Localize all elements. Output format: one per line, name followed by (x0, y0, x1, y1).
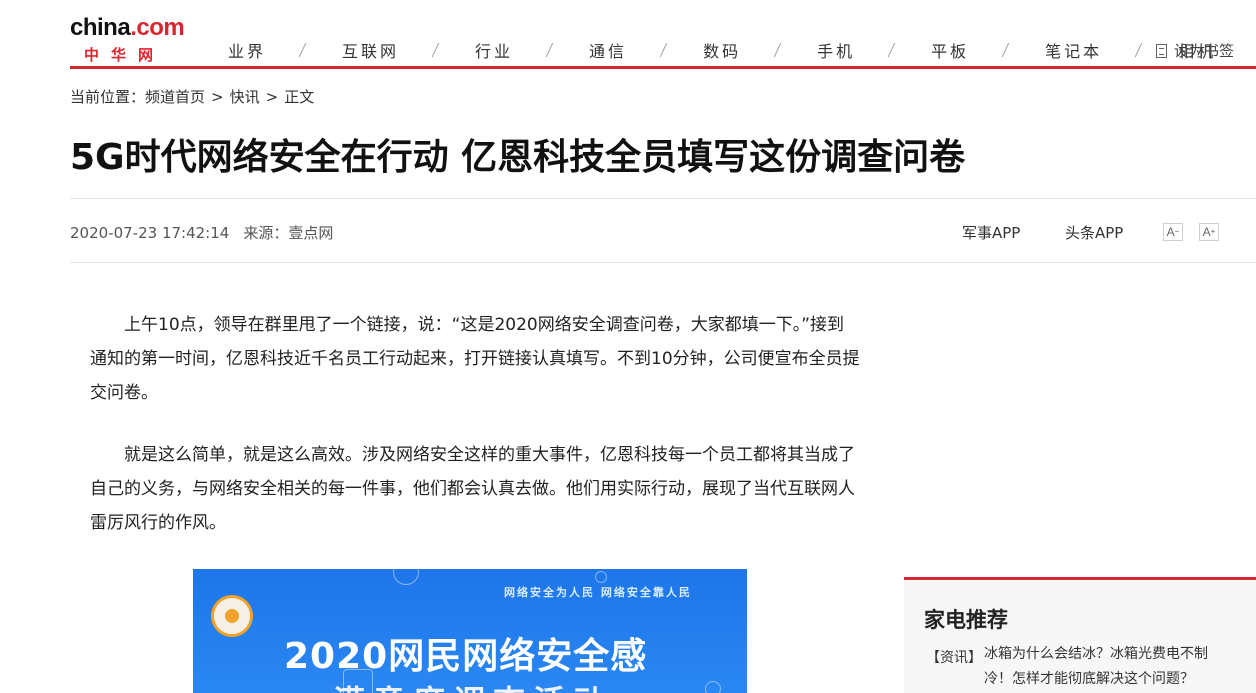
headline-app-link[interactable]: 头条APP (1065, 222, 1123, 243)
meta-divider (70, 262, 1256, 263)
article-title: 5G时代网络安全在行动 亿恩科技全员填写这份调查问卷 (70, 137, 966, 178)
article-paragraph: 就是这么简单，就是这么高效。涉及网络安全这样的重大事件，亿恩科技每一个员工都将其… (90, 445, 855, 533)
recommend-link[interactable]: 冰箱为什么会结冰？冰箱光费电不制冷！怎样才能彻底解决这个问题？ (984, 642, 1220, 692)
nav-separator (431, 43, 441, 57)
breadcrumb-news[interactable]: 快讯 (230, 86, 260, 107)
appliance-recommend-widget: 家电推荐 【资讯】 冰箱为什么会结冰？冰箱光费电不制冷！怎样才能彻底解决这个问题… (904, 577, 1256, 693)
nav-item-digital[interactable]: 数码 (703, 38, 741, 62)
site-logo[interactable]: china.com 中华网 (70, 14, 185, 64)
article-banner-image: 网络安全为人民 网络安全靠人民 2020网民网络安全感 满意度调查活动 (193, 569, 747, 693)
header-divider (70, 66, 1256, 69)
nav-item-phone[interactable]: 手机 (817, 38, 855, 62)
nav-separator (659, 43, 669, 57)
nav-separator (1134, 43, 1144, 57)
breadcrumb-channel-home[interactable]: 频道首页 (145, 86, 205, 107)
breadcrumb-current: 正文 (284, 88, 315, 106)
nav-item-sector[interactable]: 行业 (475, 38, 513, 62)
logo-wordmark: china.com (70, 14, 185, 41)
bookmark-icon (1156, 43, 1167, 58)
breadcrumb-separator: > (211, 87, 224, 106)
article-source: 来源：壹点网 (243, 224, 334, 242)
article-paragraph: 上午10点，领导在群里甩了一个链接，说：“这是2020网络安全调查问卷，大家都填… (90, 315, 860, 403)
nav-item-telecom[interactable]: 通信 (589, 38, 627, 62)
font-increase-label: A (1202, 225, 1211, 239)
nav-item-internet[interactable]: 互联网 (342, 38, 399, 62)
nav-separator (1001, 43, 1011, 57)
news-tag: 【资讯】 (926, 650, 982, 666)
title-divider (70, 198, 1256, 199)
widget-title: 家电推荐 (924, 608, 1008, 632)
nav-item-industry[interactable]: 业界 (228, 38, 266, 62)
nav-separator (298, 43, 308, 57)
publish-datetime: 2020-07-23 17:42:14 (70, 224, 230, 242)
logo-chinese-name: 中华网 (84, 46, 166, 64)
font-decrease-button[interactable]: A − (1163, 223, 1183, 241)
decor-circle (393, 569, 419, 585)
breadcrumb: 当前位置： 频道首页 > 快讯 > 正文 (70, 86, 314, 107)
nav-item-tablet[interactable]: 平板 (931, 38, 969, 62)
breadcrumb-separator: > (265, 87, 279, 106)
nav-item-laptop[interactable]: 笔记本 (1045, 38, 1102, 62)
bookmark-label: 设为书签 (1174, 42, 1235, 60)
article-meta: 2020-07-23 17:42:14 来源：壹点网 (70, 222, 333, 243)
nav-separator (887, 43, 897, 57)
nav-separator (773, 43, 783, 57)
emblem-icon (211, 595, 253, 637)
banner-slogan: 网络安全为人民 网络安全靠人民 (504, 586, 692, 599)
font-decrease-label: A (1166, 225, 1175, 239)
banner-headline: 2020网民网络安全感 (284, 636, 648, 677)
main-nav: 业界 互联网 行业 通信 数码 手机 平板 笔记本 相机 (228, 37, 1216, 63)
set-bookmark-button[interactable]: 设为书签 (1156, 40, 1234, 61)
military-app-link[interactable]: 军事APP (962, 222, 1020, 243)
nav-separator (545, 43, 555, 57)
breadcrumb-prefix: 当前位置： (70, 88, 146, 106)
font-increase-button[interactable]: A + (1199, 223, 1219, 241)
banner-subheadline: 满意度调查活动 (333, 677, 613, 693)
decor-circle (705, 681, 721, 693)
decor-circle (595, 571, 607, 583)
